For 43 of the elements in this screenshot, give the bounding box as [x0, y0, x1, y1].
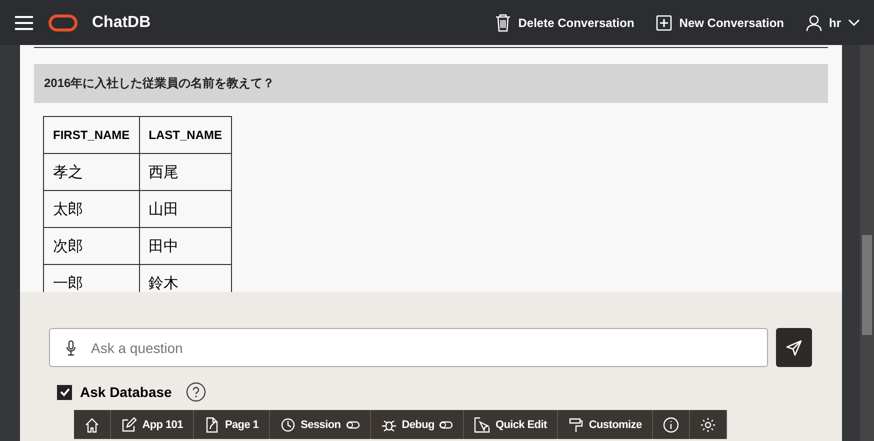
toolbar-button[interactable]: Page 1 [194, 410, 270, 439]
table-cell: 山田 [139, 190, 232, 228]
cursor-icon [474, 416, 490, 432]
scrollbar[interactable] [860, 45, 874, 441]
trash-icon [495, 14, 512, 32]
question-bubble: 2016年に入社した従業員の名前を教えて？ [34, 64, 828, 103]
send-button[interactable] [776, 328, 812, 367]
pencil-icon [121, 416, 138, 432]
microphone-icon[interactable] [66, 340, 76, 356]
table-cell: 太郎 [44, 190, 140, 228]
new-conversation-button[interactable]: New Conversation [656, 14, 784, 30]
menu-icon[interactable] [14, 14, 34, 30]
chevron-down-icon [848, 18, 860, 26]
user-icon [806, 14, 822, 30]
app-title: ChatDB [92, 14, 151, 32]
plus-square-icon [656, 14, 672, 30]
delete-conversation-button[interactable]: Delete Conversation [495, 14, 634, 32]
help-icon[interactable] [186, 382, 206, 402]
table-cell: 田中 [139, 228, 232, 264]
table-cell: 西尾 [139, 154, 232, 190]
question-field[interactable]: Ask a question [49, 328, 768, 367]
toolbar-button[interactable]: App 101 [111, 410, 194, 439]
toolbar-button[interactable]: Quick Edit [464, 410, 558, 439]
checkbox-label: Ask Database [80, 384, 172, 400]
ask-database-checkbox[interactable] [57, 384, 72, 400]
column-header: FIRST_NAME [44, 116, 140, 154]
scrollbar-thumb[interactable] [862, 235, 872, 335]
toolbar-button[interactable]: Debug [370, 410, 464, 439]
clock-icon [280, 416, 296, 432]
info-icon [662, 416, 679, 432]
paper-plane-icon [786, 340, 802, 356]
toggle-icon [439, 420, 454, 428]
toolbar-button[interactable]: Customize [558, 410, 653, 439]
toolbar-button[interactable]: Session [270, 410, 371, 439]
toggle-icon [346, 420, 360, 428]
logo-icon [48, 14, 78, 32]
home-icon [84, 416, 100, 432]
table-cell: 孝之 [44, 154, 140, 190]
paint-roller-icon [568, 416, 584, 432]
table-cell: 次郎 [44, 228, 140, 264]
column-header: LAST_NAME [139, 116, 232, 154]
user-menu[interactable]: hr [806, 14, 860, 30]
page-icon [204, 416, 220, 432]
